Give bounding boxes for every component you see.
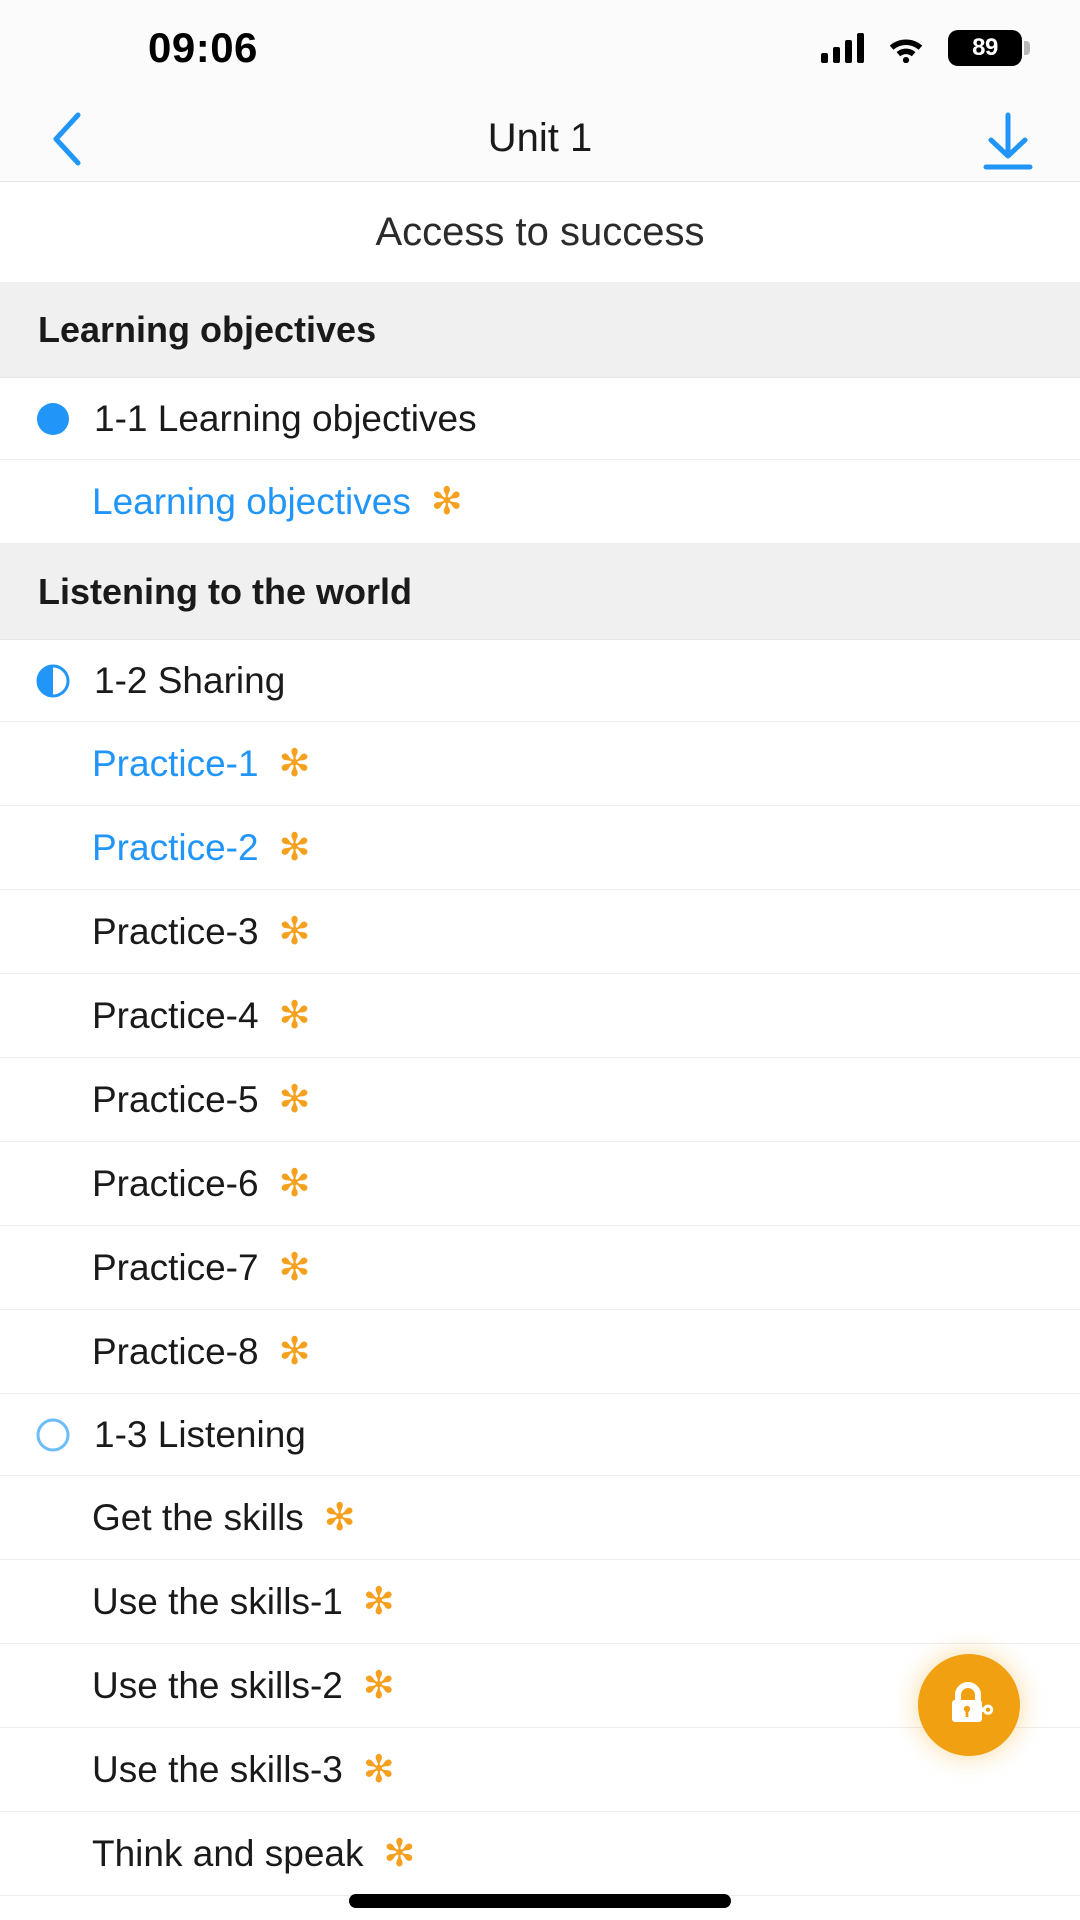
status-empty-icon <box>36 1418 70 1451</box>
lesson-item-label: Practice-5 <box>92 1078 259 1120</box>
status-complete-icon <box>37 402 69 435</box>
lesson-item-row[interactable]: Practice-7 ✻ <box>0 1226 1080 1310</box>
required-asterisk-icon: ✻ <box>278 910 311 953</box>
lesson-item-row[interactable]: Learning objectives ✻ <box>0 460 1080 544</box>
lock-key-icon <box>952 1682 994 1722</box>
lesson-item-row[interactable]: Practice-8 ✻ <box>0 1310 1080 1394</box>
lesson-item-row[interactable]: Practice-5 ✻ <box>0 1058 1080 1142</box>
chapter-label: 1-2 Sharing <box>94 659 286 701</box>
chapter-row[interactable]: 1-2 Sharing <box>0 640 1080 722</box>
lesson-item-row[interactable]: Practice-6 ✻ <box>0 1142 1080 1226</box>
lesson-item-label: Practice-4 <box>92 994 259 1036</box>
lesson-item-label: Use the skills-1 <box>92 1580 343 1622</box>
chapter-label: 1-3 Listening <box>94 1413 306 1455</box>
lesson-item-label: Use the skills-3 <box>92 1748 343 1790</box>
status-bar-clock: 09:06 <box>148 24 258 71</box>
required-asterisk-icon: ✻ <box>278 1162 311 1205</box>
cellular-signal-icon <box>821 33 864 63</box>
lesson-item-row[interactable]: Use the skills-1 ✻ <box>0 1560 1080 1644</box>
lesson-title: Access to success <box>0 182 1080 282</box>
required-asterisk-icon: ✻ <box>278 826 311 869</box>
lesson-item-row[interactable]: Practice-4 ✻ <box>0 974 1080 1058</box>
lesson-item-label: Practice-3 <box>92 910 259 952</box>
lesson-item-label: Practice-8 <box>92 1330 259 1372</box>
required-asterisk-icon: ✻ <box>278 1330 311 1373</box>
lock-button[interactable] <box>918 1654 1020 1756</box>
navigation-bar: Unit 1 <box>0 96 1080 182</box>
lesson-item-row[interactable]: Practice-3 ✻ <box>0 890 1080 974</box>
required-asterisk-icon: ✻ <box>430 480 463 523</box>
status-bar: 09:06 89 <box>0 0 1080 96</box>
lesson-item-row[interactable]: Use the skills-3 ✻ <box>0 1728 1080 1812</box>
status-bar-indicators: 89 <box>821 30 1030 66</box>
required-asterisk-icon: ✻ <box>362 1664 395 1707</box>
status-partial-icon <box>36 664 70 697</box>
section-header: Learning objectives <box>0 282 1080 378</box>
back-button[interactable] <box>36 107 100 171</box>
required-asterisk-icon: ✻ <box>278 994 311 1037</box>
lesson-item-label: Think and speak <box>92 1832 364 1874</box>
battery-icon: 89 <box>948 30 1030 66</box>
lesson-item-label: Practice-2 <box>92 826 259 868</box>
lesson-item-row[interactable]: Use the skills-2 ✻ <box>0 1644 1080 1728</box>
lesson-item-label: Practice-6 <box>92 1162 259 1204</box>
battery-level-label: 89 <box>972 34 998 61</box>
chapter-label: 1-1 Learning objectives <box>94 397 477 439</box>
lesson-item-row[interactable]: Practice-1 ✻ <box>0 722 1080 806</box>
lesson-item-row[interactable]: Get the skills ✻ <box>0 1476 1080 1560</box>
page-title: Unit 1 <box>487 116 593 160</box>
lesson-outline-list[interactable]: Learning objectives 1-1 Learning objectiv… <box>0 282 1080 1896</box>
download-button[interactable] <box>972 103 1044 175</box>
download-arrow-icon <box>983 112 1033 169</box>
required-asterisk-icon: ✻ <box>278 1246 311 1289</box>
required-asterisk-icon: ✻ <box>323 1496 356 1539</box>
lesson-item-label: Practice-7 <box>92 1246 259 1288</box>
required-asterisk-icon: ✻ <box>278 1078 311 1121</box>
required-asterisk-icon: ✻ <box>278 742 311 785</box>
lesson-item-label: Learning objectives <box>92 480 411 522</box>
chevron-left-icon <box>53 112 81 165</box>
lesson-item-label: Use the skills-2 <box>92 1664 343 1706</box>
lesson-item-row[interactable]: Think and speak ✻ <box>0 1812 1080 1896</box>
chapter-row[interactable]: 1-1 Learning objectives <box>0 378 1080 460</box>
wifi-icon <box>889 39 923 63</box>
required-asterisk-icon: ✻ <box>362 1748 395 1791</box>
home-indicator <box>349 1894 731 1908</box>
required-asterisk-icon: ✻ <box>362 1580 395 1623</box>
required-asterisk-icon: ✻ <box>383 1832 416 1875</box>
lesson-item-row[interactable]: Practice-2 ✻ <box>0 806 1080 890</box>
chapter-row[interactable]: 1-3 Listening <box>0 1394 1080 1476</box>
section-header: Listening to the world <box>0 544 1080 640</box>
app-screen: 09:06 89 Unit 1 Access to success Learni… <box>0 0 1080 1920</box>
lesson-item-label: Get the skills <box>92 1496 304 1538</box>
lesson-item-label: Practice-1 <box>92 742 259 784</box>
